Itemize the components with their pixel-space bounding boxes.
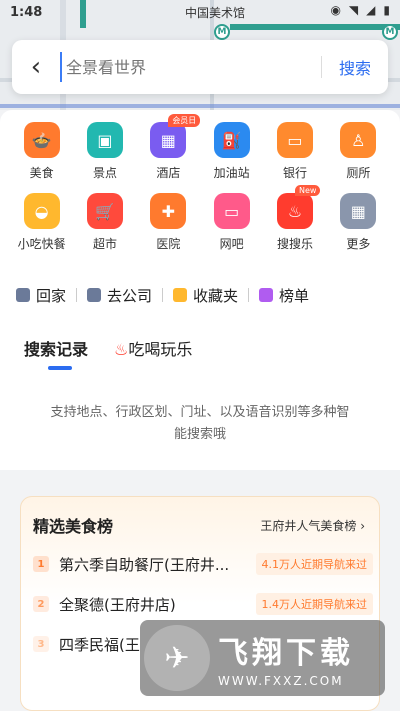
tab-search-history[interactable]: 搜索记录 [24, 336, 88, 360]
search-bar: ‹ 搜索 [12, 40, 388, 94]
tab-eat-drink-fun[interactable]: ♨吃喝玩乐 [114, 336, 192, 360]
restaurant-name: 全聚德(王府井店) [59, 595, 176, 614]
rank-number: 3 [33, 636, 49, 652]
internet-cafe-icon: ▭ [213, 193, 250, 229]
category-label: 更多 [346, 237, 371, 251]
metro-station-icon: M [382, 24, 398, 40]
card-title: 精选美食榜 [33, 517, 114, 536]
category-label: 酒店 [156, 166, 181, 180]
home-icon [16, 288, 30, 302]
favorites-icon [173, 288, 188, 302]
quick-item-home[interactable]: 回家 [16, 285, 66, 306]
category-label: 小吃快餐 [17, 237, 66, 251]
quick-item-label: 收藏夹 [193, 286, 239, 305]
category-grid: 🍲 美食 ▣ 景点 ▦ 会员日 酒店 ⛽ 加油站 ▭ 银行 ♙ 厕所 ◒ 小吃快餐 🛒 超市 ✚ 医院 ▭ 网吧 ♨ New… [10, 114, 390, 252]
category-fire[interactable]: ♨ New 搜搜乐 [263, 185, 326, 252]
category-more[interactable]: ▦ 更多 [327, 193, 390, 252]
wifi-icon: ◥ [348, 3, 359, 17]
metro-line [230, 24, 400, 30]
more-icon: ▦ [340, 193, 377, 229]
restaurant-name: 第六季自助餐厅(王府井... [59, 555, 230, 574]
category-gas-station[interactable]: ⛽ 加油站 [200, 122, 263, 181]
category-label: 医院 [156, 237, 181, 251]
category-supermarket[interactable]: 🛒 超市 [73, 193, 136, 252]
rank-number: 2 [33, 596, 49, 612]
toilet-icon: ♙ [340, 122, 377, 158]
ranking-row[interactable]: 1 第六季自助餐厅(王府井... 4.1万人近期导航来过 [33, 549, 373, 579]
fire-icon: ♨ New [276, 185, 321, 229]
search-input[interactable] [60, 52, 321, 82]
supermarket-icon: 🛒 [86, 193, 123, 229]
bank-icon: ▭ [276, 122, 313, 158]
category-scenic[interactable]: ▣ 景点 [73, 122, 136, 181]
metro-station-icon: M [214, 24, 230, 40]
quick-item-company[interactable]: 去公司 [87, 285, 152, 306]
quick-item-label: 回家 [36, 286, 67, 305]
category-internet-cafe[interactable]: ▭ 网吧 [200, 193, 263, 252]
category-food[interactable]: 🍲 美食 [10, 122, 73, 181]
quick-item-label: 榜单 [279, 286, 310, 305]
category-hospital[interactable]: ✚ 医院 [137, 193, 200, 252]
watermark: ✈ 飞翔下载 WWW.FXXZ.COM [140, 620, 385, 696]
status-icons: ◉ ◥ ◢ ▮ [330, 3, 390, 17]
category-snack[interactable]: ◒ 小吃快餐 [10, 193, 73, 252]
search-tabs: 搜索记录 ♨吃喝玩乐 [24, 336, 192, 360]
watermark-name: 飞翔下载 [218, 636, 354, 671]
tab-indicator [48, 366, 72, 370]
search-button[interactable]: 搜索 [322, 55, 388, 79]
navigation-count-tag: 4.1万人近期导航来过 [255, 553, 373, 575]
search-hint-text: 支持地点、行政区划、门址、以及语音识别等多种智能搜索哦 [50, 405, 350, 442]
watermark-logo-icon: ✈ [144, 625, 210, 691]
hotel-icon: ▦ 会员日 [150, 114, 201, 158]
scenic-icon: ▣ [86, 122, 123, 158]
food-icon: 🍲 [23, 122, 60, 158]
quick-item-label: 去公司 [107, 286, 153, 305]
snack-icon: ◒ [23, 193, 60, 229]
ranking-row[interactable]: 2 全聚德(王府井店) 1.4万人近期导航来过 [33, 589, 373, 619]
category-label: 加油站 [213, 166, 250, 180]
divider [162, 288, 164, 302]
category-label: 网吧 [219, 237, 244, 251]
gas-station-icon: ⛽ [213, 122, 250, 158]
category-label: 景点 [92, 166, 117, 180]
category-label: 超市 [92, 237, 117, 251]
rank-number: 1 [33, 556, 49, 572]
ranking-icon [259, 288, 274, 302]
quick-item-favorites[interactable]: 收藏夹 [173, 285, 238, 306]
fire-icon: ♨ [114, 340, 129, 359]
road-line [0, 104, 400, 108]
quick-access-row: 回家 去公司 收藏夹 榜单 [0, 280, 400, 310]
quick-item-ranking[interactable]: 榜单 [259, 285, 309, 306]
signal-icon: ◢ [366, 3, 376, 17]
back-icon[interactable]: ‹ [12, 40, 60, 94]
category-badge: New [294, 185, 321, 196]
map-location-label: 中国美术馆 [185, 6, 246, 20]
category-label: 美食 [29, 166, 54, 180]
divider [248, 288, 250, 302]
category-label: 厕所 [346, 166, 371, 180]
divider [76, 288, 78, 302]
category-bank[interactable]: ▭ 银行 [263, 122, 326, 181]
card-more-link[interactable]: 王府井人气美食榜 › [260, 517, 365, 534]
battery-icon: ▮ [383, 3, 390, 17]
category-label: 银行 [282, 166, 307, 180]
hospital-icon: ✚ [150, 193, 187, 229]
status-time: 1:48 [10, 4, 43, 20]
category-label: 搜搜乐 [276, 237, 313, 251]
category-badge: 会员日 [168, 114, 201, 127]
company-icon [87, 288, 102, 302]
navigation-count-tag: 1.4万人近期导航来过 [255, 593, 373, 615]
location-icon: ◉ [330, 3, 341, 17]
category-hotel[interactable]: ▦ 会员日酒店 [137, 114, 201, 181]
category-toilet[interactable]: ♙ 厕所 [327, 122, 390, 181]
watermark-url: WWW.FXXZ.COM [218, 674, 344, 688]
category-panel: 🍲 美食 ▣ 景点 ▦ 会员日 酒店 ⛽ 加油站 ▭ 银行 ♙ 厕所 ◒ 小吃快餐 🛒 超市 ✚ 医院 ▭ 网吧 ♨ New… [0, 110, 400, 470]
status-bar: 1:48 中国美术馆 ◉ ◥ ◢ ▮ [0, 0, 400, 24]
